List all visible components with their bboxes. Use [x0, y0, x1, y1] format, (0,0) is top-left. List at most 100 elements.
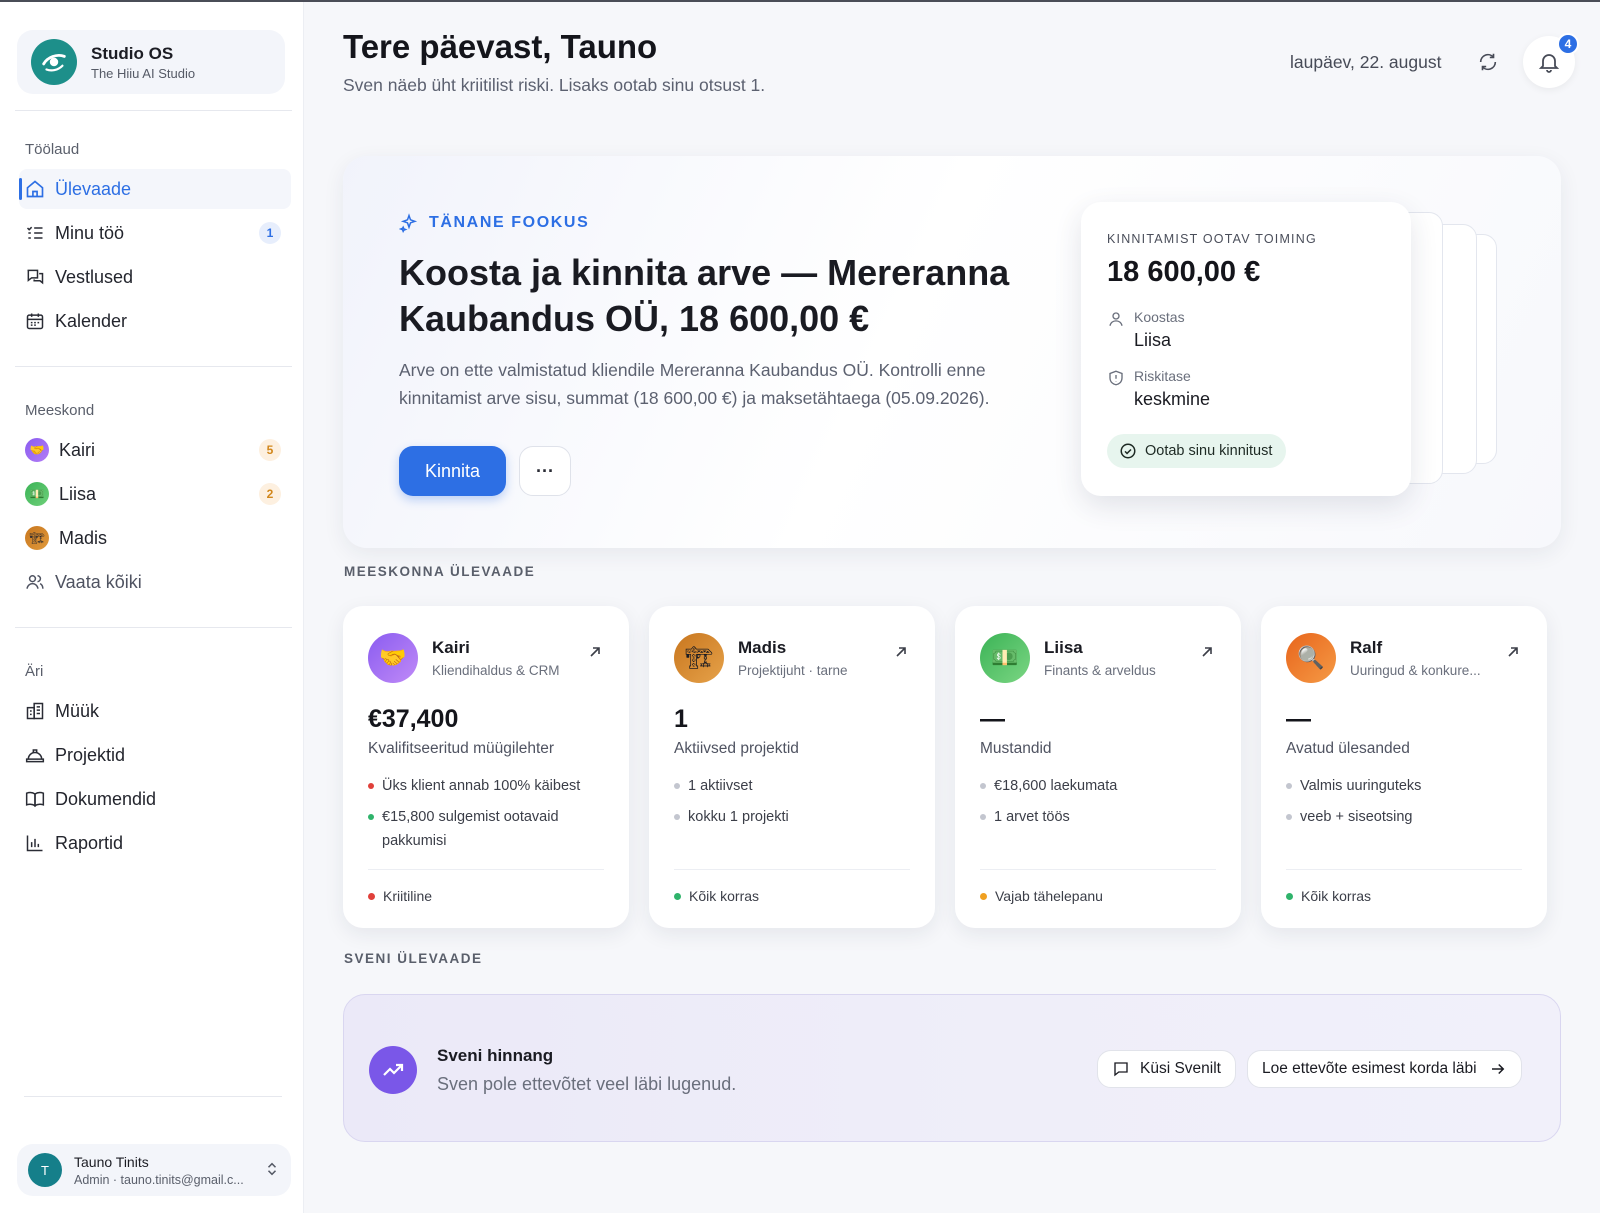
- team-bullets: Valmis uuringuteks veeb + siseotsing: [1286, 774, 1526, 836]
- sidebar-item-my-work[interactable]: Minu töö 1: [19, 213, 291, 253]
- book-icon: [25, 789, 45, 809]
- page-title: Tere päevast, Tauno: [343, 28, 658, 65]
- arrow-up-right-icon[interactable]: [1199, 644, 1215, 660]
- sidebar-divider: [15, 366, 292, 367]
- users-icon: [25, 572, 45, 592]
- team-card-madis[interactable]: 🏗 Madis Projektijuht · tarne 1 Aktiivsed…: [649, 606, 935, 928]
- home-icon: [25, 179, 45, 199]
- card-divider: [1286, 869, 1522, 870]
- sidebar-divider: [15, 627, 292, 628]
- team-bullets: €18,600 laekumata 1 arvet töös: [980, 774, 1220, 836]
- status-text: Kriitiline: [383, 888, 433, 904]
- card-divider: [674, 869, 910, 870]
- team-card-liisa[interactable]: 💵 Liisa Finants & arveldus — Mustandid €…: [955, 606, 1241, 928]
- status-text: Kõik korras: [689, 888, 760, 904]
- team-metric-value: 1: [674, 705, 688, 733]
- magnifier-avatar-icon: 🔍: [1286, 633, 1336, 683]
- focus-label: TÄNANE FOOKUS: [399, 213, 589, 233]
- team-card-ralf[interactable]: 🔍 Ralf Uuringud & konkure... — Avatud ül…: [1261, 606, 1547, 928]
- arrow-up-right-icon[interactable]: [1505, 644, 1521, 660]
- card-divider: [368, 869, 604, 870]
- read-company-button[interactable]: Loe ettevõte esimest korda läbi: [1247, 1050, 1522, 1088]
- sidebar-item-kairi[interactable]: 🤝 Kairi 5: [19, 430, 291, 470]
- handshake-avatar-icon: 🤝: [368, 633, 418, 683]
- sidebar-item-sales[interactable]: Müük: [19, 691, 291, 731]
- current-date: laupäev, 22. august: [1290, 52, 1442, 72]
- status-text: Kõik korras: [1301, 888, 1372, 904]
- refresh-icon: [1479, 53, 1497, 71]
- sidebar-item-madis[interactable]: 🏗 Madis: [19, 518, 291, 558]
- team-member-role: Kliendihaldus & CRM: [432, 663, 560, 678]
- shield-icon: [1107, 369, 1125, 387]
- page-subtitle: Sven näeb üht kriitilist riski. Lisaks o…: [343, 75, 766, 95]
- sidebar-item-conversations[interactable]: Vestlused: [19, 257, 291, 297]
- sidebar-item-documents[interactable]: Dokumendid: [19, 779, 291, 819]
- approve-button[interactable]: Kinnita: [399, 446, 506, 496]
- sidebar-item-liisa[interactable]: 💵 Liisa 2: [19, 474, 291, 514]
- button-label: Küsi Svenilt: [1140, 1060, 1221, 1077]
- avatar: T: [28, 1153, 62, 1187]
- arrow-up-right-icon[interactable]: [893, 644, 909, 660]
- focus-title: Koosta ja kinnita arve — Mereranna Kauba…: [399, 252, 1010, 339]
- sven-panel: Sveni hinnang Sven pole ettevõtet veel l…: [343, 994, 1561, 1142]
- team-metric-value: €37,400: [368, 705, 459, 733]
- pending-amount: 18 600,00 €: [1107, 256, 1261, 288]
- status-indicator: Kõik korras: [674, 888, 759, 904]
- team-overview-title: MEESKONNA ÜLEVAADE: [344, 564, 536, 579]
- list-item: €18,600 laekumata: [980, 774, 1220, 798]
- list-item: veeb + siseotsing: [1286, 805, 1526, 829]
- refresh-button[interactable]: [1474, 48, 1502, 76]
- nav-section-title-team: Meeskond: [25, 402, 95, 419]
- sidebar-item-overview[interactable]: Ülevaade: [19, 169, 291, 209]
- calendar-icon: [25, 311, 45, 331]
- nav-section-title-business: Äri: [25, 663, 44, 680]
- count-badge: 2: [259, 483, 281, 505]
- arrow-right-icon: [1491, 1063, 1504, 1075]
- more-options-button[interactable]: ···: [519, 446, 571, 496]
- user-icon: [1107, 310, 1125, 328]
- sidebar-item-label: Raportid: [55, 832, 124, 853]
- sidebar-item-label: Projektid: [55, 744, 126, 765]
- focus-label-text: TÄNANE FOOKUS: [429, 214, 590, 231]
- sidebar-item-projects[interactable]: Projektid: [19, 735, 291, 775]
- team-metric-label: Aktiivsed projektid: [674, 740, 799, 757]
- status-text: Vajab tähelepanu: [995, 888, 1103, 904]
- user-menu[interactable]: T Tauno Tinits Admin · tauno.tinits@gmai…: [17, 1144, 291, 1196]
- team-card-kairi[interactable]: 🤝 Kairi Kliendihaldus & CRM €37,400 Kval…: [343, 606, 629, 928]
- bell-icon: [1538, 54, 1560, 73]
- team-metric-label: Avatud ülesanded: [1286, 740, 1410, 757]
- team-bullets: Üks klient annab 100% käibest €15,800 su…: [368, 774, 608, 860]
- sidebar-item-reports[interactable]: Raportid: [19, 823, 291, 863]
- arrow-up-right-icon[interactable]: [587, 644, 603, 660]
- sidebar-item-label: Müük: [55, 700, 100, 721]
- hardhat-icon: [25, 745, 45, 765]
- sidebar-item-label: Vaata kõiki: [55, 571, 142, 592]
- team-metric-label: Mustandid: [980, 740, 1052, 757]
- pending-action-card[interactable]: KINNITAMIST OOTAV TOIMING 18 600,00 € Ko…: [1081, 202, 1411, 496]
- sidebar-item-view-all[interactable]: Vaata kõiki: [19, 562, 291, 602]
- risk-value: keskmine: [1134, 389, 1211, 409]
- sidebar-item-label: Ülevaade: [55, 178, 132, 199]
- ask-sven-button[interactable]: Küsi Svenilt: [1097, 1050, 1236, 1088]
- money-avatar-icon: 💵: [25, 482, 49, 506]
- trending-up-icon: [369, 1046, 417, 1094]
- brand-card[interactable]: Studio OS The Hiiu AI Studio: [17, 30, 285, 94]
- team-metric-value: —: [980, 705, 1005, 733]
- notifications-button[interactable]: 4: [1523, 33, 1579, 88]
- money-avatar-icon: 💵: [980, 633, 1030, 683]
- sidebar-item-label: Vestlused: [55, 266, 134, 287]
- sidebar-item-calendar[interactable]: Kalender: [19, 301, 291, 341]
- status-badge: Ootab sinu kinnitust: [1107, 434, 1287, 468]
- sidebar-item-label: Kairi: [59, 439, 96, 460]
- count-badge: 5: [259, 439, 281, 461]
- sidebar-item-label: Liisa: [59, 483, 97, 504]
- user-name: Tauno Tinits: [74, 1153, 149, 1170]
- team-member-name: Kairi: [432, 638, 470, 657]
- status-text: Ootab sinu kinnitust: [1145, 443, 1273, 459]
- card-divider: [980, 869, 1216, 870]
- sidebar-item-label: Minu töö: [55, 222, 125, 243]
- sidebar-divider: [24, 1096, 282, 1097]
- barchart-icon: [25, 833, 45, 853]
- list-icon: [25, 223, 45, 243]
- main-content: Tere päevast, Tauno Sven näeb üht kriiti…: [304, 2, 1600, 1213]
